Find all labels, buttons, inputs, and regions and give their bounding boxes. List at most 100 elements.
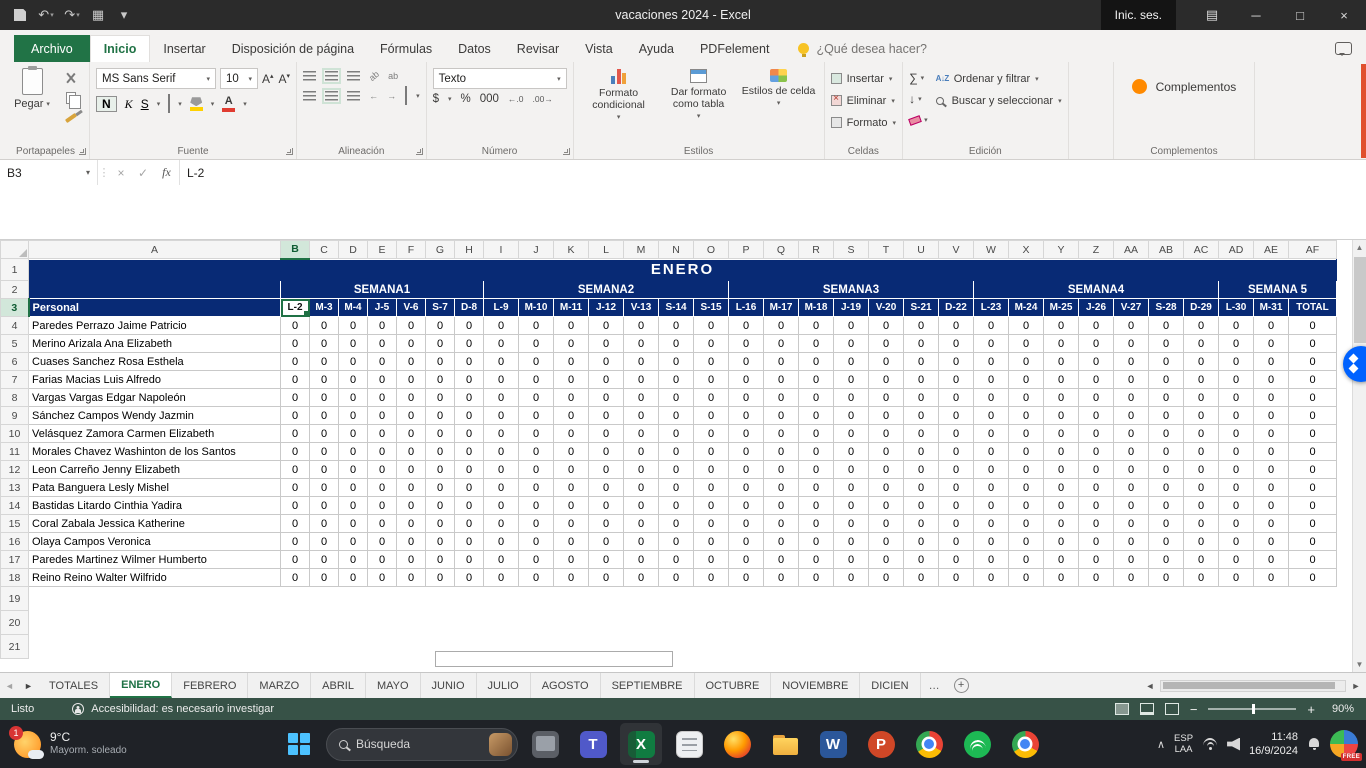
cell[interactable]: 0 <box>368 317 397 335</box>
cell[interactable]: 0 <box>694 317 729 335</box>
cell[interactable]: 0 <box>455 515 484 533</box>
cell[interactable]: 0 <box>624 353 659 371</box>
cell[interactable]: 0 <box>368 407 397 425</box>
dialog-launcher-icon[interactable] <box>79 148 86 155</box>
undo-button[interactable]: ↶▾ <box>34 3 58 27</box>
cell[interactable]: 0 <box>729 353 764 371</box>
cell[interactable]: 0 <box>1184 533 1219 551</box>
cell[interactable]: 0 <box>694 443 729 461</box>
cell[interactable]: 0 <box>1044 425 1079 443</box>
column-header-l[interactable]: L <box>589 241 624 259</box>
row-header-12[interactable]: 12 <box>1 461 29 479</box>
cell[interactable]: 0 <box>939 551 974 569</box>
cell[interactable]: 0 <box>904 317 939 335</box>
cell[interactable]: 0 <box>397 443 426 461</box>
cell-h3[interactable]: D-8 <box>455 299 484 317</box>
cell[interactable]: 0 <box>339 407 368 425</box>
taskbar-app-capture-tool[interactable] <box>524 723 566 765</box>
row-header-2[interactable]: 2 <box>1 281 29 299</box>
cell[interactable]: 0 <box>368 515 397 533</box>
cell[interactable]: 0 <box>974 533 1009 551</box>
column-header-ad[interactable]: AD <box>1219 241 1254 259</box>
cell[interactable]: 0 <box>589 389 624 407</box>
cell[interactable]: 0 <box>1149 551 1184 569</box>
cell[interactable]: 0 <box>1079 407 1114 425</box>
cell[interactable]: 0 <box>339 371 368 389</box>
cell[interactable]: 0 <box>281 497 310 515</box>
font-size-select[interactable]: 10▾ <box>220 68 258 89</box>
cell[interactable]: 0 <box>1219 551 1254 569</box>
cell[interactable]: 0 <box>554 335 589 353</box>
cell[interactable]: 0 <box>455 371 484 389</box>
cell[interactable]: 0 <box>426 533 455 551</box>
sheet-tab-junio[interactable]: JUNIO <box>421 673 477 698</box>
cell[interactable]: 0 <box>1079 335 1114 353</box>
cell[interactable]: 0 <box>694 371 729 389</box>
cell[interactable]: 0 <box>339 317 368 335</box>
row-header-8[interactable]: 8 <box>1 389 29 407</box>
cell[interactable]: 0 <box>397 335 426 353</box>
cell[interactable]: 0 <box>624 443 659 461</box>
formula-bar-splitter[interactable]: ⋮ <box>98 160 110 185</box>
week-header-cell[interactable]: SEMANA2 <box>484 281 729 299</box>
cell[interactable]: 0 <box>397 425 426 443</box>
cell[interactable]: 0 <box>1219 497 1254 515</box>
dialog-launcher-icon[interactable] <box>563 148 570 155</box>
cell-g3[interactable]: S-7 <box>426 299 455 317</box>
cell[interactable]: 0 <box>554 371 589 389</box>
column-header-af[interactable]: AF <box>1289 241 1337 259</box>
cell[interactable]: 0 <box>484 317 519 335</box>
volume-icon[interactable] <box>1227 738 1240 751</box>
cell[interactable]: 0 <box>624 497 659 515</box>
cell[interactable]: 0 <box>939 461 974 479</box>
cell[interactable]: 0 <box>1079 443 1114 461</box>
cell[interactable]: 0 <box>368 443 397 461</box>
cell[interactable]: 0 <box>1114 425 1149 443</box>
cell[interactable]: 0 <box>455 533 484 551</box>
cell[interactable]: 0 <box>1149 443 1184 461</box>
cell-ac3[interactable]: D-29 <box>1184 299 1219 317</box>
cell[interactable]: 0 <box>589 569 624 587</box>
cell-i3[interactable]: L-9 <box>484 299 519 317</box>
cell[interactable]: 0 <box>484 461 519 479</box>
row-header-20[interactable]: 20 <box>1 611 29 635</box>
ribbon-tab-vista[interactable]: Vista <box>572 35 626 62</box>
cell[interactable]: 0 <box>1289 353 1337 371</box>
ribbon-tab-ayuda[interactable]: Ayuda <box>626 35 687 62</box>
cell[interactable]: 0 <box>1009 515 1044 533</box>
cell[interactable]: 0 <box>799 497 834 515</box>
align-middle-icon[interactable] <box>325 71 338 81</box>
cell[interactable]: 0 <box>834 461 869 479</box>
cell[interactable]: 0 <box>1289 479 1337 497</box>
cell[interactable]: 0 <box>729 551 764 569</box>
tell-me-box[interactable]: ¿Qué desea hacer? <box>798 35 927 62</box>
cell[interactable]: 0 <box>1009 443 1044 461</box>
cell[interactable]: 0 <box>368 533 397 551</box>
ribbon-tab-inicio[interactable]: Inicio <box>90 35 151 62</box>
cell-a11[interactable]: Morales Chavez Washinton de los Santos <box>29 443 281 461</box>
cell[interactable]: 0 <box>519 533 554 551</box>
font-color-button[interactable]: A <box>222 96 235 112</box>
cell-c3[interactable]: M-3 <box>310 299 339 317</box>
cell-ae3[interactable]: M-31 <box>1254 299 1289 317</box>
column-header-ab[interactable]: AB <box>1149 241 1184 259</box>
cell[interactable]: 0 <box>904 497 939 515</box>
page-layout-view-button[interactable] <box>1140 703 1154 715</box>
cell[interactable]: 0 <box>1254 407 1289 425</box>
column-header-p[interactable]: P <box>729 241 764 259</box>
cell[interactable]: 0 <box>834 497 869 515</box>
cell[interactable]: 0 <box>281 551 310 569</box>
cell[interactable]: 0 <box>1289 407 1337 425</box>
tray-app-icon[interactable]: FREE <box>1330 730 1358 758</box>
sheet-tab-noviembre[interactable]: NOVIEMBRE <box>771 673 860 698</box>
cell[interactable]: 0 <box>455 407 484 425</box>
cell[interactable]: 0 <box>368 371 397 389</box>
cell[interactable]: 0 <box>589 335 624 353</box>
cell[interactable]: 0 <box>1219 479 1254 497</box>
cell[interactable]: 0 <box>1079 389 1114 407</box>
cell[interactable]: 0 <box>659 443 694 461</box>
cell[interactable]: 0 <box>694 497 729 515</box>
cell[interactable]: 0 <box>624 317 659 335</box>
cell[interactable]: 0 <box>519 353 554 371</box>
row-header-19[interactable]: 19 <box>1 587 29 611</box>
